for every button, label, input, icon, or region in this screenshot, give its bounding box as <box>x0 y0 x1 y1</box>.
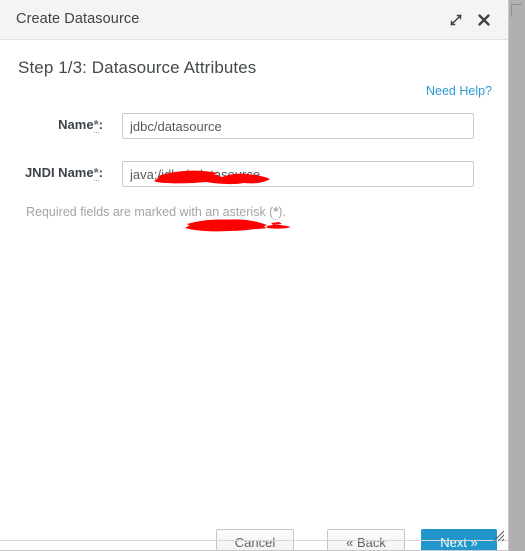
jndi-name-input[interactable] <box>122 161 474 187</box>
resize-grip-icon[interactable] <box>492 529 505 542</box>
close-button[interactable] <box>474 10 494 30</box>
need-help-link[interactable]: Need Help? <box>426 84 492 98</box>
required-note-prefix: Required fields are marked with an aster… <box>26 205 274 219</box>
step-title: Step 1/3: Datasource Attributes <box>18 58 257 77</box>
jndi-value-redaction-mark <box>183 216 303 241</box>
name-label-colon: : <box>98 117 103 132</box>
jndi-label-colon: : <box>98 165 103 180</box>
background-page-fragment <box>511 4 522 17</box>
form-row-jndi: JNDI Name*: <box>0 161 508 187</box>
dialog-body: Step 1/3: Datasource Attributes Need Hel… <box>0 40 508 550</box>
create-datasource-dialog: Create Datasource Step 1/3: Datasource A… <box>0 0 509 551</box>
footer-separator <box>0 540 508 541</box>
required-fields-note: Required fields are marked with an aster… <box>26 205 286 220</box>
required-note-suffix: ). <box>278 205 286 219</box>
expand-diagonal-icon <box>446 10 466 30</box>
close-icon <box>474 10 494 30</box>
name-input[interactable] <box>122 113 474 139</box>
dialog-title: Create Datasource <box>16 11 140 27</box>
name-label-text: Name <box>58 117 94 132</box>
jndi-label-text: JNDI Name <box>24 165 94 180</box>
jndi-field-label: JNDI Name*: <box>0 165 103 181</box>
name-field-label: Name*: <box>0 117 103 133</box>
form-row-name: Name*: <box>0 113 508 139</box>
maximize-button[interactable] <box>446 10 466 30</box>
dialog-titlebar: Create Datasource <box>0 0 508 40</box>
